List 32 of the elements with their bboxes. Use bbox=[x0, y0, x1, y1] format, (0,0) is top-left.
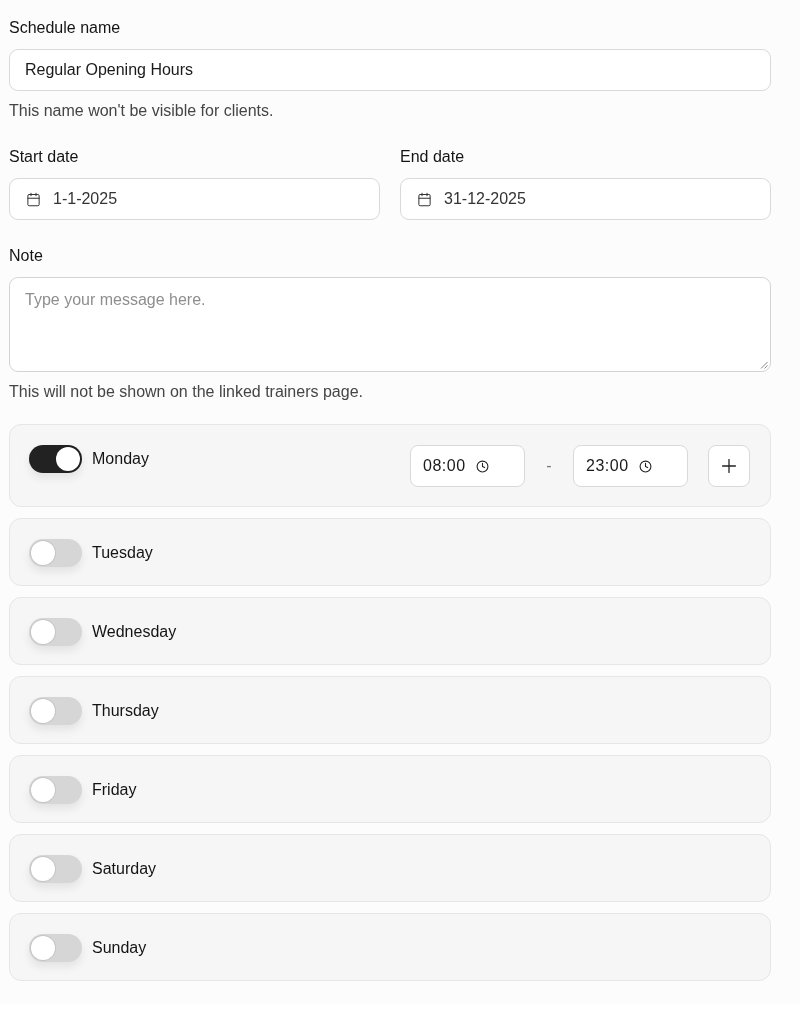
field-label: End date bbox=[400, 147, 466, 167]
helper-text: This name won't be visible for clients. bbox=[9, 101, 275, 121]
toggle-switch[interactable] bbox=[29, 855, 82, 883]
toggle-switch[interactable] bbox=[29, 934, 82, 962]
day-name: Sunday bbox=[92, 938, 147, 958]
toggle-switch[interactable] bbox=[29, 776, 82, 804]
toggle-switch[interactable] bbox=[29, 445, 82, 473]
time-separator: - bbox=[545, 457, 553, 475]
day-name: Wednesday bbox=[92, 622, 177, 642]
clock-icon bbox=[638, 459, 652, 473]
toggle-switch[interactable] bbox=[29, 618, 82, 646]
toggle-switch[interactable] bbox=[29, 539, 82, 567]
day-name: Friday bbox=[92, 780, 137, 800]
toggle-switch[interactable] bbox=[29, 697, 82, 725]
field-label: Schedule name bbox=[9, 18, 122, 38]
add-time-button[interactable] bbox=[708, 445, 750, 487]
calendar-icon bbox=[26, 191, 41, 207]
day-name: Saturday bbox=[92, 859, 157, 879]
input-field[interactable]: Regular Opening Hours bbox=[9, 49, 771, 91]
day-name: Thursday bbox=[92, 701, 159, 721]
day-name: Monday bbox=[92, 449, 149, 469]
field-label: Start date bbox=[9, 147, 80, 167]
helper-text: This will not be shown on the linked trainers page. bbox=[9, 382, 364, 402]
date-field[interactable]: 31-12-2025 bbox=[400, 178, 771, 220]
clock-icon bbox=[475, 459, 489, 473]
time-field[interactable]: 08:00 bbox=[410, 445, 525, 487]
resize-handle-icon[interactable] bbox=[760, 361, 768, 369]
calendar-icon bbox=[417, 191, 432, 207]
day-name: Tuesday bbox=[92, 543, 153, 563]
time-field[interactable]: 23:00 bbox=[573, 445, 688, 487]
field-label: Note bbox=[9, 246, 44, 266]
date-field[interactable]: 1-1-2025 bbox=[9, 178, 380, 220]
